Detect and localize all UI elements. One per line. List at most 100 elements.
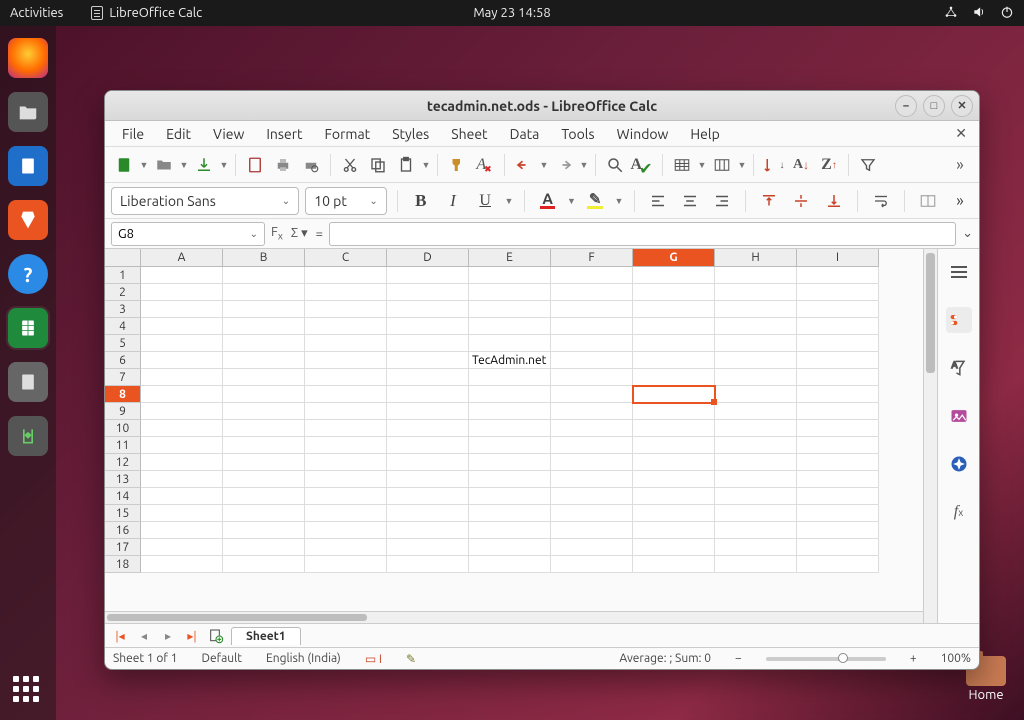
redo-icon[interactable] (551, 152, 577, 178)
menu-file[interactable]: File (113, 123, 153, 145)
cell-D2[interactable] (387, 284, 469, 301)
align-bottom-icon[interactable] (820, 187, 846, 215)
cell-H1[interactable] (715, 267, 797, 284)
cell-A9[interactable] (141, 403, 223, 420)
sheet-tab[interactable]: Sheet1 (231, 627, 301, 645)
horizontal-scrollbar[interactable] (105, 611, 923, 623)
row-header-18[interactable]: 18 (105, 556, 141, 573)
tab-prev-icon[interactable]: ◂ (135, 627, 153, 645)
cell-A6[interactable] (141, 352, 223, 369)
cell-C9[interactable] (305, 403, 387, 420)
cell-E11[interactable] (469, 437, 551, 454)
cell-I18[interactable] (797, 556, 879, 573)
cell-A13[interactable] (141, 471, 223, 488)
highlight-color-button[interactable]: ✎ (582, 187, 608, 215)
cell-C18[interactable] (305, 556, 387, 573)
cell-D18[interactable] (387, 556, 469, 573)
cell-D12[interactable] (387, 454, 469, 471)
cell-C2[interactable] (305, 284, 387, 301)
toolbar-overflow-icon[interactable]: » (947, 152, 973, 178)
cell-G18[interactable] (633, 556, 715, 573)
power-icon[interactable] (1000, 5, 1014, 22)
dock-libreoffice-calc[interactable] (8, 308, 48, 348)
cell-F15[interactable] (551, 505, 633, 522)
print-icon[interactable] (270, 152, 296, 178)
row-header-11[interactable]: 11 (105, 437, 141, 454)
align-left-icon[interactable] (645, 187, 671, 215)
cell-A11[interactable] (141, 437, 223, 454)
sort-desc-icon[interactable]: A↓ (788, 152, 814, 178)
cell-D10[interactable] (387, 420, 469, 437)
cell-H4[interactable] (715, 318, 797, 335)
clock[interactable]: May 23 14:58 (473, 6, 550, 20)
cell-E17[interactable] (469, 539, 551, 556)
column-header-A[interactable]: A (141, 249, 223, 267)
cell-G4[interactable] (633, 318, 715, 335)
cell-G7[interactable] (633, 369, 715, 386)
cell-D9[interactable] (387, 403, 469, 420)
sidebar-properties-icon[interactable] (946, 307, 972, 333)
sidebar-functions-icon[interactable]: fx (946, 499, 972, 525)
cell-C11[interactable] (305, 437, 387, 454)
cell-C5[interactable] (305, 335, 387, 352)
cell-C16[interactable] (305, 522, 387, 539)
cell-I12[interactable] (797, 454, 879, 471)
font-color-dropdown[interactable]: ▼ (567, 196, 576, 206)
cell-C15[interactable] (305, 505, 387, 522)
cell-A12[interactable] (141, 454, 223, 471)
menu-view[interactable]: View (204, 123, 253, 145)
align-right-icon[interactable] (709, 187, 735, 215)
cell-F18[interactable] (551, 556, 633, 573)
menu-styles[interactable]: Styles (383, 123, 438, 145)
cell-F2[interactable] (551, 284, 633, 301)
formula-input[interactable] (329, 222, 956, 246)
menu-insert[interactable]: Insert (257, 123, 311, 145)
status-selection-mode-icon[interactable]: ▭ I (365, 652, 382, 666)
cell-H7[interactable] (715, 369, 797, 386)
align-center-icon[interactable] (677, 187, 703, 215)
formatbar-overflow-icon[interactable]: » (947, 187, 973, 215)
cell-D16[interactable] (387, 522, 469, 539)
cell-G1[interactable] (633, 267, 715, 284)
cell-E13[interactable] (469, 471, 551, 488)
paste-dropdown[interactable]: ▼ (421, 160, 431, 170)
undo-dropdown[interactable]: ▼ (539, 160, 549, 170)
cell-A16[interactable] (141, 522, 223, 539)
cell-G14[interactable] (633, 488, 715, 505)
cell-F6[interactable] (551, 352, 633, 369)
cell-F4[interactable] (551, 318, 633, 335)
cell-E5[interactable] (469, 335, 551, 352)
cell-E10[interactable] (469, 420, 551, 437)
name-box[interactable]: G8⌄ (111, 222, 265, 246)
cell-G15[interactable] (633, 505, 715, 522)
cell-A1[interactable] (141, 267, 223, 284)
sidebar-navigator-icon[interactable] (946, 451, 972, 477)
cell-C17[interactable] (305, 539, 387, 556)
cell-D17[interactable] (387, 539, 469, 556)
cell-E8[interactable] (469, 386, 551, 403)
cell-F14[interactable] (551, 488, 633, 505)
bold-button[interactable]: B (408, 187, 434, 215)
cell-E1[interactable] (469, 267, 551, 284)
cell-F11[interactable] (551, 437, 633, 454)
menu-sheet[interactable]: Sheet (442, 123, 496, 145)
row-header-15[interactable]: 15 (105, 505, 141, 522)
dock-writer[interactable] (8, 146, 48, 186)
dock-files[interactable] (8, 92, 48, 132)
cell-F13[interactable] (551, 471, 633, 488)
cell-E7[interactable] (469, 369, 551, 386)
show-applications[interactable] (13, 676, 43, 706)
formula-expand-icon[interactable]: ⌄ (962, 226, 973, 241)
cell-A18[interactable] (141, 556, 223, 573)
minimize-button[interactable]: – (895, 95, 917, 117)
column-dropdown[interactable]: ▼ (737, 160, 747, 170)
autofilter-icon[interactable]: Z↑ (816, 152, 842, 178)
wrap-text-icon[interactable] (868, 187, 894, 215)
cell-E16[interactable] (469, 522, 551, 539)
print-preview-icon[interactable] (298, 152, 324, 178)
cell-G5[interactable] (633, 335, 715, 352)
function-wizard-icon[interactable]: Fx (271, 225, 283, 242)
cell-E12[interactable] (469, 454, 551, 471)
cell-H12[interactable] (715, 454, 797, 471)
cell-E15[interactable] (469, 505, 551, 522)
